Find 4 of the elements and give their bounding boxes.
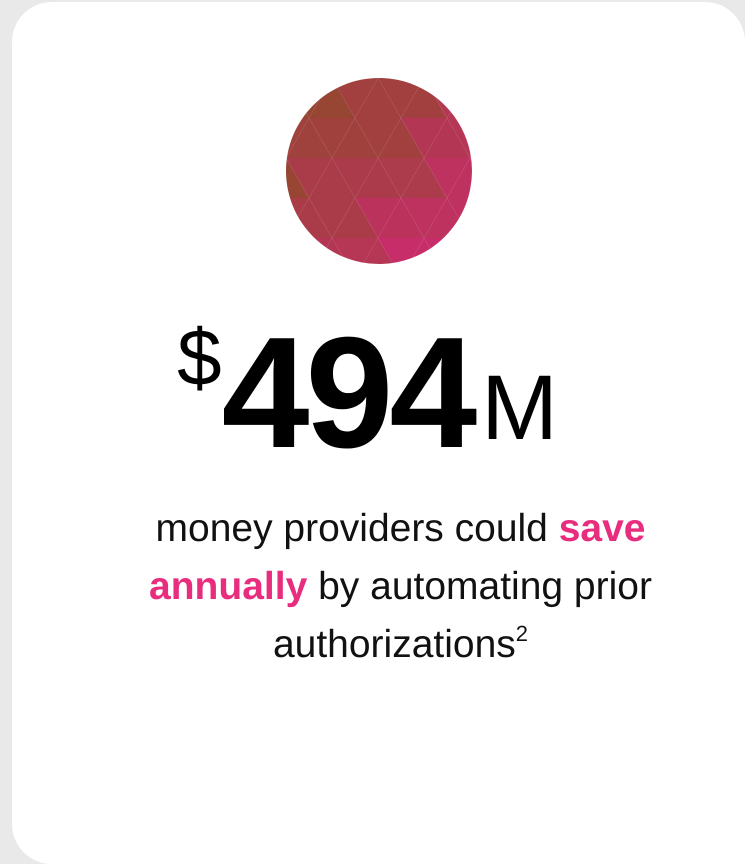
currency-symbol: $ (177, 318, 222, 398)
stat-value: 494 (222, 314, 474, 472)
stat-description: money providers could save annually by automating prior authorizations$^{2}$ (148, 506, 653, 668)
stat-unit: M (481, 362, 558, 454)
